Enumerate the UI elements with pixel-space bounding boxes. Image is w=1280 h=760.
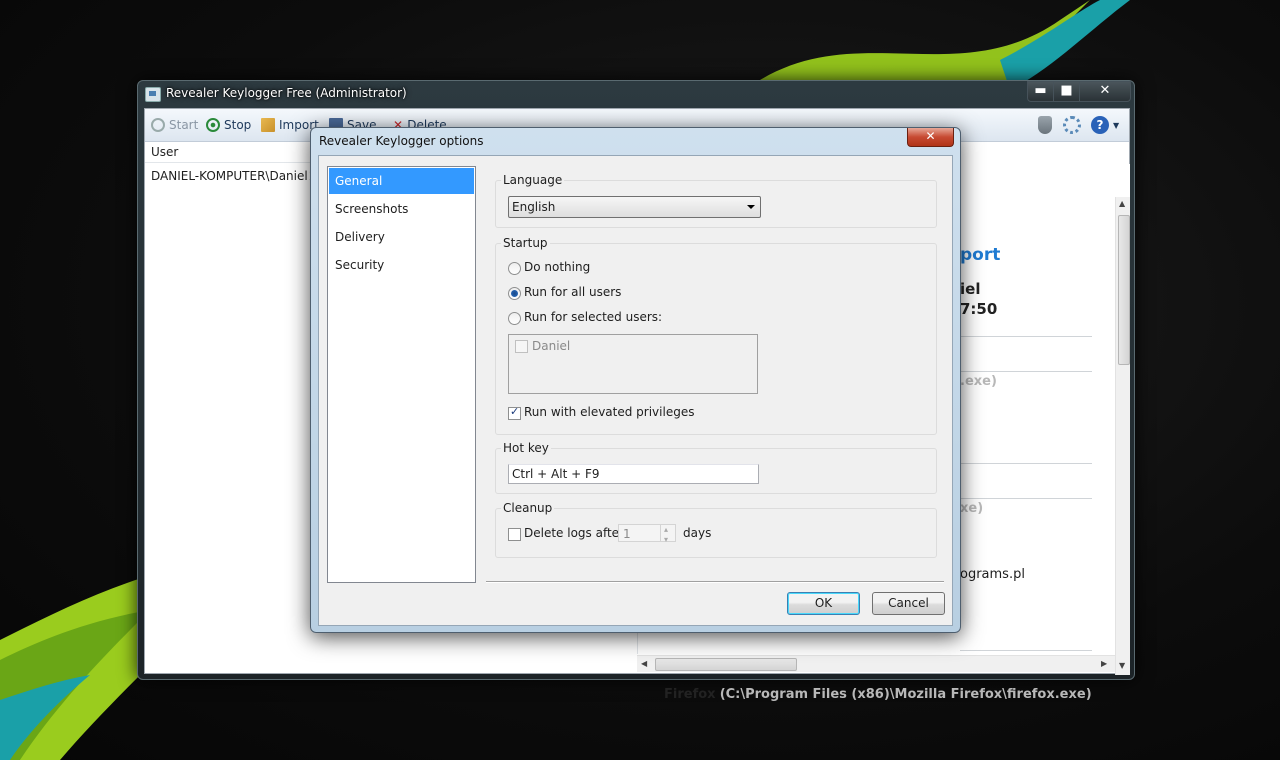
language-select[interactable]: English	[508, 196, 761, 218]
vertical-scroll-thumb[interactable]	[1118, 215, 1130, 365]
divider	[960, 498, 1092, 499]
maximize-button[interactable]: ■	[1053, 81, 1080, 102]
nav-item-security[interactable]: Security	[329, 252, 474, 278]
ok-button[interactable]: OK	[787, 592, 860, 615]
cleanup-label: Cleanup	[501, 501, 555, 515]
report-firefox-entry: Firefox (C:\Program Files (x86)\Mozilla …	[664, 687, 1092, 702]
stop-button[interactable]: Stop	[206, 118, 251, 132]
days-stepper[interactable]: 1	[618, 521, 676, 549]
report-time: 7:50	[960, 300, 998, 318]
chevron-down-icon	[747, 205, 755, 209]
radio-do-nothing-label[interactable]: Do nothing	[524, 260, 590, 274]
divider	[960, 463, 1092, 464]
user-daniel-label: Daniel	[532, 339, 571, 353]
footer-divider	[486, 581, 944, 583]
scroll-down-icon[interactable]: ▼	[1119, 661, 1125, 670]
stepper-arrows-icon[interactable]	[660, 521, 675, 549]
scroll-right-icon[interactable]: ▶	[1101, 659, 1107, 668]
days-unit-label: days	[683, 526, 712, 540]
radio-run-selected-users-label[interactable]: Run for selected users:	[524, 310, 662, 324]
language-value: English	[512, 200, 556, 214]
options-dialog: Revealer Keylogger options ✕ General Scr…	[310, 127, 961, 633]
nav-item-delivery[interactable]: Delivery	[329, 224, 474, 250]
elevated-privileges-checkbox[interactable]	[508, 405, 521, 420]
vertical-scrollbar[interactable]: ▲ ▼	[1115, 197, 1130, 675]
radio-run-all-users[interactable]	[508, 287, 521, 300]
delete-logs-label[interactable]: Delete logs after	[524, 526, 624, 540]
radio-run-selected-users[interactable]	[508, 312, 521, 325]
report-app-entry: .exe)	[960, 374, 997, 389]
help-dropdown-icon[interactable]: ▼	[1113, 121, 1119, 130]
user-column-header[interactable]: User	[145, 142, 319, 163]
import-icon	[261, 118, 275, 132]
close-window-button[interactable]: ✕	[1079, 81, 1131, 102]
hotkey-label: Hot key	[501, 441, 551, 455]
report-app-entry: xe)	[960, 501, 984, 516]
selected-users-list: Daniel	[508, 334, 758, 394]
horizontal-scroll-thumb[interactable]	[655, 658, 797, 671]
stop-label: Stop	[224, 118, 252, 132]
stop-icon	[206, 118, 220, 132]
main-titlebar[interactable]: Revealer Keylogger Free (Administrator) …	[138, 81, 1134, 107]
report-user: iel	[960, 280, 981, 298]
scroll-up-icon[interactable]: ▲	[1119, 199, 1125, 208]
nav-item-screenshots[interactable]: Screenshots	[329, 196, 474, 222]
help-icon[interactable]: ?	[1091, 116, 1109, 134]
divider	[960, 336, 1092, 337]
dialog-client-area: General Screenshots Delivery Security La…	[318, 155, 953, 626]
firefox-app-name: Firefox	[664, 687, 716, 702]
app-icon[interactable]	[145, 87, 161, 102]
nav-item-general[interactable]: General	[329, 168, 474, 194]
divider	[960, 371, 1092, 372]
settings-gear-icon[interactable]	[1063, 116, 1081, 134]
scroll-left-icon[interactable]: ◀	[641, 659, 647, 668]
hotkey-input[interactable]: Ctrl + Alt + F9	[508, 464, 759, 484]
firefox-app-path: (C:\Program Files (x86)\Mozilla Firefox\…	[719, 687, 1092, 702]
days-value: 1	[623, 527, 631, 541]
radio-run-all-users-label[interactable]: Run for all users	[524, 285, 621, 299]
report-url: ograms.pl	[960, 567, 1025, 582]
main-window-title: Revealer Keylogger Free (Administrator)	[166, 86, 407, 100]
options-nav-list: General Screenshots Delivery Security	[327, 166, 476, 583]
divider	[960, 650, 1092, 651]
start-label: Start	[169, 118, 199, 132]
radio-do-nothing[interactable]	[508, 262, 521, 275]
startup-label: Startup	[501, 236, 550, 250]
language-label: Language	[501, 173, 565, 187]
cancel-button[interactable]: Cancel	[872, 592, 945, 615]
start-button[interactable]: Start	[151, 118, 198, 132]
elevated-privileges-label[interactable]: Run with elevated privileges	[524, 405, 694, 419]
user-row[interactable]: DANIEL-KOMPUTER\Daniel	[151, 169, 308, 183]
minimize-button[interactable]: ▬	[1027, 81, 1054, 102]
horizontal-scrollbar[interactable]: ◀ ▶	[637, 655, 1115, 672]
shield-icon[interactable]	[1038, 116, 1052, 134]
dialog-close-button[interactable]: ✕	[907, 128, 954, 147]
dialog-title: Revealer Keylogger options	[319, 134, 484, 148]
start-icon	[151, 118, 165, 132]
report-heading[interactable]: port	[960, 245, 1000, 265]
user-daniel-checkbox	[515, 340, 528, 353]
delete-logs-checkbox[interactable]	[508, 528, 521, 541]
